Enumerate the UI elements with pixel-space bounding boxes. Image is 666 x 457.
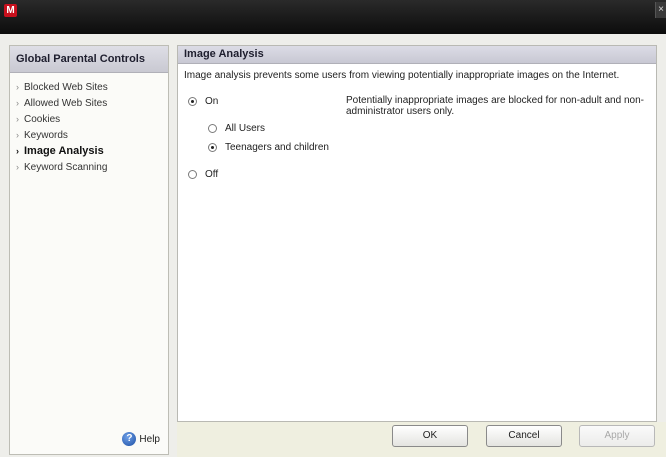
ok-button[interactable]: OK (392, 425, 468, 447)
radio-off[interactable]: Off (188, 168, 218, 182)
sidebar-item-label: Keyword Scanning (24, 162, 108, 173)
sidebar-item-label: Blocked Web Sites (24, 82, 108, 93)
chevron-right-icon: › (16, 146, 19, 156)
sidebar-item-label: Image Analysis (24, 145, 104, 157)
radio-all-users-indicator[interactable] (208, 123, 217, 133)
sidebar-nav: › Blocked Web Sites › Allowed Web Sites › C… (10, 73, 168, 175)
help-icon: ? (122, 432, 137, 447)
sidebar-item-keywords[interactable]: › Keywords (10, 127, 168, 143)
radio-all-users[interactable]: All Users (208, 122, 265, 136)
help-label: Help (139, 434, 160, 445)
chevron-right-icon: › (16, 114, 19, 124)
cancel-button[interactable]: Cancel (486, 425, 562, 447)
chevron-right-icon: › (16, 98, 19, 108)
window-client-area: Global Parental Controls › Blocked Web Si… (0, 34, 666, 457)
sidebar-item-keyword-scanning[interactable]: › Keyword Scanning (10, 159, 168, 175)
radio-teenagers-indicator[interactable] (208, 142, 217, 152)
radio-all-users-label: All Users (225, 123, 266, 134)
chevron-right-icon: › (16, 162, 19, 172)
radio-teenagers-label: Teenagers and children (225, 142, 329, 153)
radio-on[interactable]: On (188, 95, 218, 109)
sidebar-item-cookies[interactable]: › Cookies (10, 111, 168, 127)
sidebar-item-label: Allowed Web Sites (24, 98, 108, 109)
apply-button[interactable]: Apply (579, 425, 655, 447)
sidebar-item-image-analysis[interactable]: › Image Analysis (10, 143, 168, 159)
image-analysis-panel: Image Analysis Image analysis prevents s… (177, 45, 657, 422)
radio-off-label: Off (205, 169, 219, 180)
panel-description: Image analysis prevents some users from … (184, 70, 620, 81)
app-logo-icon: M (4, 4, 17, 17)
sidebar-item-label: Cookies (24, 114, 61, 125)
sidebar-item-allowed-web-sites[interactable]: › Allowed Web Sites (10, 95, 168, 111)
close-window-button[interactable]: × (655, 2, 666, 18)
window-titlebar: M × (0, 0, 666, 34)
blocking-note: Potentially inappropriate images are blo… (346, 95, 644, 117)
chevron-right-icon: › (16, 82, 19, 92)
panel-title: Image Analysis (178, 46, 656, 64)
sidebar-item-blocked-web-sites[interactable]: › Blocked Web Sites (10, 79, 168, 95)
sidebar: Global Parental Controls › Blocked Web Si… (9, 45, 169, 455)
help-link[interactable]: ? Help (122, 432, 160, 448)
sidebar-title: Global Parental Controls (10, 46, 168, 73)
chevron-right-icon: › (16, 130, 19, 140)
radio-teenagers-and-children[interactable]: Teenagers and children (208, 141, 329, 155)
radio-off-indicator[interactable] (188, 169, 197, 179)
radio-on-label: On (205, 96, 219, 107)
radio-on-indicator[interactable] (188, 96, 197, 106)
sidebar-item-label: Keywords (24, 130, 68, 141)
